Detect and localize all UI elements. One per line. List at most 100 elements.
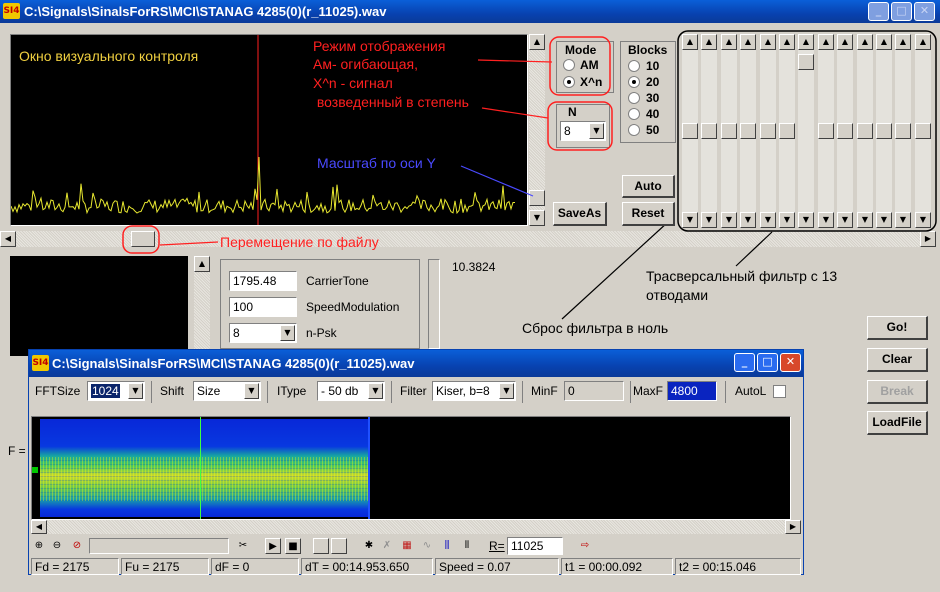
spectrogram-scrollbar[interactable]: ◀ ▶ bbox=[31, 520, 801, 534]
filter-tap-thumb[interactable] bbox=[740, 123, 756, 139]
scroll-up-icon[interactable]: ▲ bbox=[779, 34, 795, 50]
n-select[interactable]: 8 ▼ bbox=[560, 121, 606, 141]
file-position-scrollbar[interactable]: ◀ ▶ bbox=[0, 231, 936, 247]
minf-input[interactable]: 0 bbox=[564, 381, 624, 401]
mode-radio-xn[interactable] bbox=[563, 76, 575, 88]
blocks-radio-50[interactable] bbox=[628, 124, 640, 136]
filter-tap-slider[interactable]: ▲ ▼ bbox=[798, 34, 814, 228]
speed-modulation-input[interactable]: 100 bbox=[229, 297, 297, 317]
scroll-down-icon[interactable]: ▼ bbox=[857, 212, 873, 228]
scroll-down-icon[interactable]: ▼ bbox=[701, 212, 717, 228]
filter-tap-thumb[interactable] bbox=[857, 123, 873, 139]
break-button[interactable]: Break bbox=[867, 380, 928, 404]
filter-tap-thumb[interactable] bbox=[779, 123, 795, 139]
blank-icon-2[interactable] bbox=[331, 538, 347, 554]
scroll-up-icon[interactable]: ▲ bbox=[194, 256, 210, 272]
chevron-down-icon[interactable]: ▼ bbox=[280, 325, 295, 341]
scroll-down-icon[interactable]: ▼ bbox=[779, 212, 795, 228]
filter-tap-slider[interactable]: ▲ ▼ bbox=[837, 34, 853, 228]
mode-radio-am[interactable] bbox=[563, 59, 575, 71]
cancel-icon[interactable]: ⊘ bbox=[69, 538, 85, 554]
scroll-right-icon[interactable]: ▶ bbox=[785, 520, 801, 534]
wave-icon[interactable]: ∿ bbox=[419, 538, 435, 554]
scroll-down-icon[interactable]: ▼ bbox=[798, 212, 814, 228]
filter-tap-thumb[interactable] bbox=[837, 123, 853, 139]
shift-select[interactable]: Size ▼ bbox=[193, 381, 261, 401]
play-icon[interactable]: ▶ bbox=[265, 538, 281, 554]
fftsize-select[interactable]: 1024 ▼ bbox=[87, 381, 145, 401]
filter-tap-slider[interactable]: ▲ ▼ bbox=[876, 34, 892, 228]
scroll-up-icon[interactable]: ▲ bbox=[837, 34, 853, 50]
bars-icon[interactable]: ⫼ bbox=[439, 538, 455, 554]
scroll-down-icon[interactable]: ▼ bbox=[760, 212, 776, 228]
zoom-in-icon[interactable]: ⊕ bbox=[31, 538, 47, 554]
scroll-down-icon[interactable]: ▼ bbox=[721, 212, 737, 228]
scroll-right-icon[interactable]: ▶ bbox=[920, 231, 936, 247]
carrier-tone-input[interactable]: 1795.48 bbox=[229, 271, 297, 291]
lower-scrollbar[interactable]: ▲ bbox=[194, 256, 210, 352]
scroll-up-icon[interactable]: ▲ bbox=[701, 34, 717, 50]
scroll-down-icon[interactable]: ▼ bbox=[818, 212, 834, 228]
clear-button[interactable]: Clear bbox=[867, 348, 928, 372]
scroll-down-icon[interactable]: ▼ bbox=[876, 212, 892, 228]
chevron-down-icon[interactable]: ▼ bbox=[244, 383, 259, 399]
filter-tap-thumb[interactable] bbox=[682, 123, 698, 139]
export-icon[interactable]: ⇨ bbox=[577, 538, 593, 554]
filter-tap-thumb[interactable] bbox=[798, 54, 814, 70]
r-input[interactable]: 11025 bbox=[507, 537, 563, 555]
stop-icon[interactable]: ■ bbox=[285, 538, 301, 554]
child-close-button[interactable]: ✕ bbox=[780, 353, 801, 372]
chart-icon[interactable]: ▦ bbox=[399, 538, 415, 554]
itype-select[interactable]: - 50 db ▼ bbox=[317, 381, 385, 401]
maxf-input[interactable]: 4800 bbox=[667, 381, 717, 401]
filter-tap-slider[interactable]: ▲ ▼ bbox=[721, 34, 737, 228]
scroll-left-icon[interactable]: ◀ bbox=[0, 231, 16, 247]
chevron-down-icon[interactable]: ▼ bbox=[368, 383, 383, 399]
scroll-up-icon[interactable]: ▲ bbox=[721, 34, 737, 50]
filter-tap-thumb[interactable] bbox=[876, 123, 892, 139]
filter-tap-slider[interactable]: ▲ ▼ bbox=[915, 34, 931, 228]
chevron-down-icon[interactable]: ▼ bbox=[499, 383, 514, 399]
filter-tap-thumb[interactable] bbox=[895, 123, 911, 139]
lines-icon[interactable]: ⫴ bbox=[459, 538, 475, 554]
child-minimize-button[interactable]: _ bbox=[734, 353, 755, 372]
scroll-up-icon[interactable]: ▲ bbox=[760, 34, 776, 50]
file-position-thumb[interactable] bbox=[131, 231, 155, 247]
filter-tap-thumb[interactable] bbox=[701, 123, 717, 139]
filter-tap-slider[interactable]: ▲ ▼ bbox=[682, 34, 698, 228]
npsk-select[interactable]: 8 ▼ bbox=[229, 323, 297, 343]
cross-icon[interactable]: ✗ bbox=[379, 538, 395, 554]
filter-tap-thumb[interactable] bbox=[721, 123, 737, 139]
blank-icon[interactable] bbox=[313, 538, 329, 554]
blocks-radio-40[interactable] bbox=[628, 108, 640, 120]
blocks-radio-20[interactable] bbox=[628, 76, 640, 88]
loadfile-button[interactable]: LoadFile bbox=[867, 411, 928, 435]
filter-tap-thumb[interactable] bbox=[818, 123, 834, 139]
marker-icon[interactable]: ✱ bbox=[361, 538, 377, 554]
scroll-up-icon[interactable]: ▲ bbox=[529, 34, 545, 50]
scroll-down-icon[interactable]: ▼ bbox=[682, 212, 698, 228]
blocks-radio-10[interactable] bbox=[628, 60, 640, 72]
chevron-down-icon[interactable]: ▼ bbox=[128, 383, 143, 399]
scroll-down-icon[interactable]: ▼ bbox=[895, 212, 911, 228]
scroll-up-icon[interactable]: ▲ bbox=[682, 34, 698, 50]
scroll-up-icon[interactable]: ▲ bbox=[876, 34, 892, 50]
scroll-down-icon[interactable]: ▼ bbox=[740, 212, 756, 228]
y-scale-scrollbar[interactable]: ▲ ▼ bbox=[529, 34, 545, 226]
auto-button[interactable]: Auto bbox=[622, 175, 675, 198]
autol-checkbox[interactable] bbox=[773, 385, 786, 398]
filter-select[interactable]: Kiser, b=8 ▼ bbox=[432, 381, 516, 401]
scroll-down-icon[interactable]: ▼ bbox=[837, 212, 853, 228]
scroll-down-icon[interactable]: ▼ bbox=[529, 210, 545, 226]
filter-tap-slider[interactable]: ▲ ▼ bbox=[740, 34, 756, 228]
saveas-button[interactable]: SaveAs bbox=[553, 202, 607, 226]
zoom-out-icon[interactable]: ⊖ bbox=[49, 538, 65, 554]
chevron-down-icon[interactable]: ▼ bbox=[589, 123, 604, 139]
filter-tap-slider[interactable]: ▲ ▼ bbox=[760, 34, 776, 228]
child-maximize-button[interactable]: □ bbox=[757, 353, 778, 372]
close-button[interactable]: ✕ bbox=[914, 2, 935, 21]
filter-tap-slider[interactable]: ▲ ▼ bbox=[857, 34, 873, 228]
filter-tap-slider[interactable]: ▲ ▼ bbox=[895, 34, 911, 228]
scroll-up-icon[interactable]: ▲ bbox=[857, 34, 873, 50]
go-button[interactable]: Go! bbox=[867, 316, 928, 340]
